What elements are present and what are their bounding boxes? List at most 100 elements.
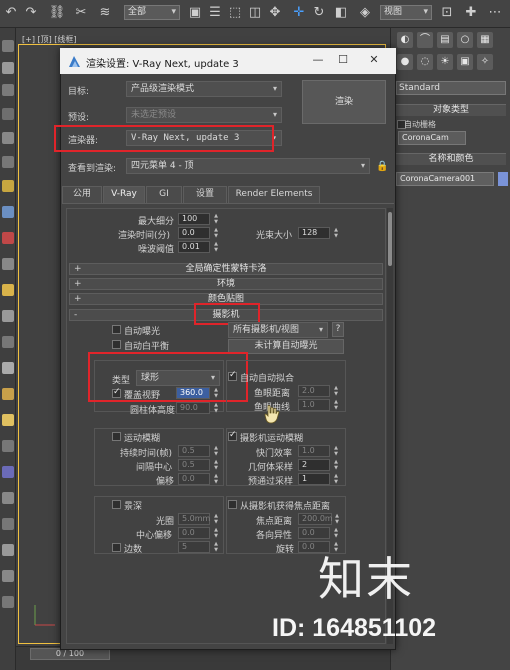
modify-icon[interactable]	[2, 62, 14, 74]
spinner-arrows-icon[interactable]	[213, 213, 219, 225]
spinner-arrows-icon[interactable]	[333, 445, 339, 457]
spinner-arrows-icon[interactable]	[213, 227, 219, 239]
spinner-arrows-icon[interactable]	[333, 473, 339, 485]
scatter-icon[interactable]	[2, 570, 14, 582]
spinner-arrows-icon[interactable]	[213, 459, 219, 471]
shutter-efficiency-input[interactable]: 1.0	[298, 445, 330, 457]
select-by-name-icon[interactable]: ☰	[206, 4, 224, 22]
camera-list-dropdown[interactable]: 所有摄影机/视图 ▾	[228, 322, 328, 338]
object-category-dropdown[interactable]: Standard	[396, 81, 506, 95]
lock-icon[interactable]: 🔒	[376, 161, 388, 173]
select-move-icon[interactable]: ✥	[266, 4, 284, 22]
aperture-input[interactable]: 5.0mm	[178, 513, 210, 525]
display-icon[interactable]	[2, 132, 14, 144]
lights-cat-icon[interactable]: ☀	[437, 54, 453, 70]
cylinder-height-input[interactable]: 90.0	[176, 402, 210, 414]
minimize-button[interactable]: —	[308, 52, 328, 68]
fisheye-curve-input[interactable]: 1.0	[298, 399, 330, 411]
redo-icon[interactable]: ↷	[22, 4, 40, 22]
systems-icon[interactable]	[2, 336, 14, 348]
sides-checkbox[interactable]	[112, 543, 121, 552]
camera-icon[interactable]	[2, 206, 14, 218]
bias-input[interactable]: 0.0	[178, 473, 210, 485]
object-color-swatch[interactable]	[498, 172, 508, 186]
sphere-icon[interactable]: ◐	[397, 32, 413, 48]
hierarchy-icon[interactable]	[2, 84, 14, 96]
layers-icon[interactable]: ▦	[477, 32, 493, 48]
fov-input[interactable]: 360.0	[176, 387, 210, 399]
spinner-arrows-icon[interactable]	[213, 513, 219, 525]
target-dropdown[interactable]: 产品级渲染模式 ▾	[126, 81, 282, 97]
pivot-icon[interactable]: ⊡	[438, 4, 456, 22]
anisotropy-input[interactable]: 0.0	[298, 527, 330, 539]
rollout-environment[interactable]: + 环境	[69, 278, 383, 290]
dof-checkbox[interactable]	[112, 500, 121, 509]
fisheye-distance-input[interactable]: 2.0	[298, 385, 330, 397]
auto-fit-checkbox[interactable]	[228, 370, 237, 381]
camera-motion-blur-checkbox[interactable]	[228, 430, 237, 441]
spinner-arrows-icon[interactable]	[213, 387, 219, 399]
tab-render-elements[interactable]: Render Elements	[228, 186, 320, 203]
rollout-global-dmc[interactable]: + 全局确定性蒙特卡洛	[69, 263, 383, 275]
renderer-dropdown[interactable]: V-Ray Next, update 3 ▾	[126, 130, 282, 146]
noise-threshold-input[interactable]: 0.01	[178, 241, 210, 253]
name-color-header[interactable]: 名称和颜色	[396, 153, 506, 165]
object-name-field[interactable]: CoronaCamera001	[396, 172, 494, 186]
spinner-arrows-icon[interactable]	[213, 241, 219, 253]
spinner-arrows-icon[interactable]	[213, 402, 219, 414]
scale-icon[interactable]: ◧	[332, 4, 350, 22]
spinner-arrows-icon[interactable]	[213, 445, 219, 457]
cameras-cat-icon[interactable]: ▣	[457, 54, 473, 70]
particle-icon[interactable]	[2, 466, 14, 478]
motion-icon[interactable]	[2, 108, 14, 120]
sun-icon[interactable]	[2, 388, 14, 400]
tab-common[interactable]: 公用	[62, 186, 102, 203]
shapes-cat-icon[interactable]: ◌	[417, 54, 433, 70]
spinner-arrows-icon[interactable]	[213, 541, 219, 553]
spinner-arrows-icon[interactable]	[334, 513, 340, 525]
spinner-arrows-icon[interactable]	[213, 473, 219, 485]
rollout-camera[interactable]: - 摄影机	[69, 309, 383, 321]
help-button[interactable]: ?	[332, 322, 344, 337]
sides-input[interactable]: 5	[178, 541, 210, 553]
curve-icon[interactable]: ⌒	[417, 32, 433, 48]
camera-type-dropdown[interactable]: 球形 ▾	[136, 370, 220, 386]
light-icon[interactable]	[2, 180, 14, 192]
spinner-arrows-icon[interactable]	[333, 399, 339, 411]
duration-input[interactable]: 0.5	[178, 445, 210, 457]
spinner-arrows-icon[interactable]	[333, 227, 339, 239]
spacewarp-icon[interactable]	[2, 310, 14, 322]
helpers-cat-icon[interactable]: ✧	[477, 54, 493, 70]
geometry-samples-input[interactable]: 2	[298, 459, 330, 471]
interval-center-input[interactable]: 0.5	[178, 459, 210, 471]
from-camera-focus-checkbox[interactable]	[228, 500, 237, 509]
auto-exposure-checkbox[interactable]	[112, 325, 121, 334]
geometry-cat-icon[interactable]: ●	[397, 54, 413, 70]
auto-wb-checkbox[interactable]	[112, 340, 121, 349]
placement-icon[interactable]: ◈	[356, 4, 374, 22]
tab-vray[interactable]: V-Ray	[103, 186, 145, 203]
focus-distance-input[interactable]: 200.0m	[298, 513, 333, 525]
selection-filter-dropdown[interactable]: 全部	[124, 5, 180, 20]
undo-icon[interactable]: ↶	[2, 4, 20, 22]
snap-icon[interactable]: ⋯	[486, 4, 504, 22]
grid-icon[interactable]	[2, 440, 14, 452]
rollout-color-mapping[interactable]: + 颜色贴图	[69, 293, 383, 305]
preset-dropdown[interactable]: 未选定预设 ▾	[126, 107, 282, 123]
unlink-icon[interactable]: ✂	[72, 4, 90, 22]
helper-icon[interactable]	[2, 284, 14, 296]
shapes-icon[interactable]: ▤	[437, 32, 453, 48]
link-icon[interactable]: ⛓	[48, 4, 66, 22]
geometry-icon[interactable]	[2, 232, 14, 244]
spinner-arrows-icon[interactable]	[333, 527, 339, 539]
tab-settings[interactable]: 设置	[183, 186, 227, 203]
center-bias-input[interactable]: 0.0	[178, 527, 210, 539]
fov-override-checkbox[interactable]	[112, 387, 121, 398]
pattern-icon[interactable]	[2, 492, 14, 504]
render-button[interactable]: 渲染	[302, 80, 386, 124]
motion-blur-checkbox[interactable]	[112, 432, 121, 441]
close-button[interactable]: ✕	[364, 52, 384, 68]
render-time-input[interactable]: 0.0	[178, 227, 210, 239]
teapot-icon[interactable]	[2, 362, 14, 374]
light-bulb-icon[interactable]	[2, 414, 14, 426]
